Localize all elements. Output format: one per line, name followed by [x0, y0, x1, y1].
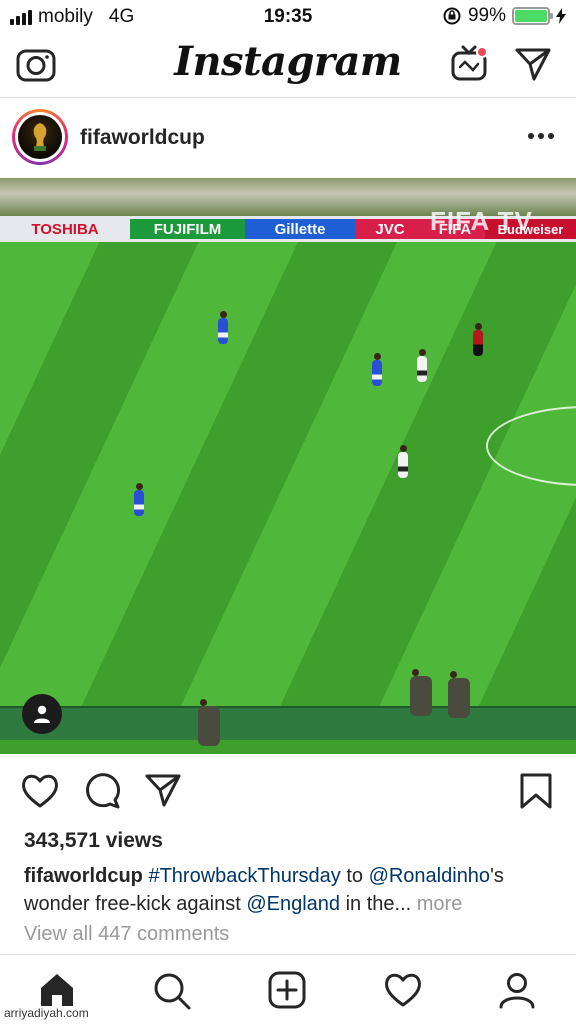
post-actions: [0, 762, 576, 822]
mention-link[interactable]: @Ronaldinho: [369, 865, 491, 887]
post-caption: fifaworldcup #ThrowbackThursday to @Rona…: [24, 862, 554, 918]
player-england: [398, 445, 408, 478]
profile-icon[interactable]: [498, 971, 536, 1009]
post-header: fifaworldcup: [0, 99, 576, 177]
post-username[interactable]: fifaworldcup: [80, 126, 205, 150]
add-post-icon[interactable]: [268, 971, 306, 1009]
rotation-lock-icon: [443, 7, 461, 25]
activity-heart-icon[interactable]: [383, 971, 423, 1009]
football-pitch: [0, 242, 576, 754]
player-brazil: [218, 311, 228, 344]
battery-percent: 99%: [467, 5, 506, 26]
hashtag-link[interactable]: #ThrowbackThursday: [148, 865, 340, 887]
home-icon[interactable]: [38, 971, 76, 1009]
ad-board: Gillette: [245, 219, 355, 239]
ad-board: JVC: [355, 219, 425, 239]
caption-more-link[interactable]: more: [417, 893, 463, 915]
status-bar: mobily 4G 19:35 99%: [0, 0, 576, 34]
player-brazil: [372, 353, 382, 386]
igtv-notification-dot: [476, 46, 488, 58]
centre-circle: [486, 406, 576, 486]
view-comments-link[interactable]: View all 447 comments: [24, 923, 229, 946]
view-count[interactable]: 343,571 views: [24, 829, 163, 853]
photographer: [198, 699, 220, 746]
referee: [473, 323, 483, 356]
player-brazil: [134, 483, 144, 516]
charging-bolt-icon: [556, 8, 566, 24]
caption-text: in the...: [340, 893, 412, 915]
direct-message-icon[interactable]: [514, 46, 552, 82]
caption-text: to: [340, 865, 369, 887]
player-england: [417, 349, 427, 382]
top-nav: Instagram: [0, 34, 576, 98]
heart-icon[interactable]: [20, 772, 60, 810]
comment-icon[interactable]: [82, 772, 122, 810]
more-options-icon[interactable]: [528, 133, 554, 139]
photographer: [448, 671, 470, 718]
mention-link[interactable]: @England: [246, 893, 340, 915]
ad-board: FUJIFILM: [130, 219, 245, 239]
pitch-side-wall: [0, 706, 576, 742]
photographer: [410, 669, 432, 716]
battery-icon: [512, 7, 553, 25]
world-cup-trophy-icon: [33, 123, 47, 151]
share-icon[interactable]: [144, 772, 182, 808]
post-video[interactable]: TOSHIBA FUJIFILM Gillette JVC FIFA Budwe…: [0, 178, 576, 754]
person-icon: [34, 705, 50, 723]
story-ring[interactable]: [12, 109, 68, 165]
avatar[interactable]: [18, 115, 62, 159]
ad-board: TOSHIBA: [0, 219, 130, 239]
bookmark-icon[interactable]: [518, 772, 554, 810]
instagram-wordmark: Instagram: [174, 38, 402, 85]
user-tags-button[interactable]: [22, 694, 62, 734]
caption-username[interactable]: fifaworldcup: [24, 865, 143, 887]
search-icon[interactable]: [152, 971, 192, 1011]
video-watermark: FIFA TV: [430, 206, 533, 236]
source-credit: arriyadiyah.com: [4, 1006, 89, 1020]
status-right: 99%: [442, 5, 566, 27]
pitch-edge: [0, 740, 576, 754]
